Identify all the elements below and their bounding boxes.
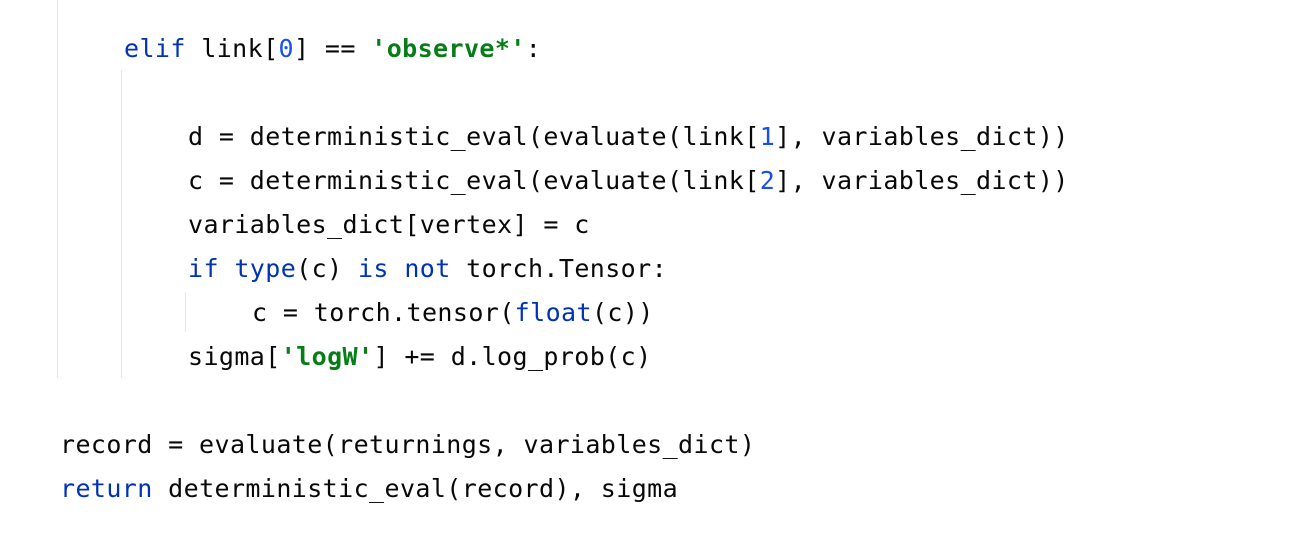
code-line[interactable]: elif link[0] == 'observe*': <box>124 27 541 71</box>
code-keyword: not <box>404 254 451 283</box>
code-builtin: type <box>234 254 297 283</box>
code-text: (c) <box>296 254 358 283</box>
indent-guide-outer <box>57 0 58 378</box>
code-number: 0 <box>278 34 294 63</box>
code-line[interactable]: if type(c) is not torch.Tensor: <box>188 247 667 291</box>
code-text: c = torch.tensor( <box>252 298 515 327</box>
code-number: 2 <box>759 166 776 195</box>
code-text: sigma[ <box>188 342 281 371</box>
code-text: ] == <box>293 34 372 63</box>
code-line[interactable]: record = evaluate(returnings, variables_… <box>60 423 755 467</box>
code-text: c = deterministic_eval(evaluate(link[ <box>188 166 760 195</box>
code-text: d = deterministic_eval(evaluate(link[ <box>188 122 760 151</box>
code-text: ], variables_dict)) <box>775 166 1069 195</box>
code-text: ], variables_dict)) <box>775 122 1069 151</box>
indent-guide-if-body <box>185 292 186 332</box>
code-text: link[ <box>185 34 279 63</box>
code-number: 1 <box>759 122 776 151</box>
code-line[interactable]: return deterministic_eval(record), sigma <box>60 467 678 511</box>
code-string: 'observe*' <box>371 34 526 63</box>
code-text: variables_dict[vertex] = c <box>188 210 590 239</box>
code-line[interactable]: c = torch.tensor(float(c)) <box>252 291 654 335</box>
code-keyword: is <box>357 254 389 283</box>
code-line[interactable]: sigma['logW'] += d.log_prob(c) <box>188 335 652 379</box>
code-line[interactable]: d = deterministic_eval(evaluate(link[1],… <box>188 115 1069 159</box>
code-text: ] += d.log_prob(c) <box>373 342 652 371</box>
code-keyword: return <box>60 474 153 503</box>
code-line[interactable]: variables_dict[vertex] = c <box>188 203 590 247</box>
code-text: : <box>525 34 542 63</box>
code-builtin: float <box>514 298 592 327</box>
code-keyword: if <box>188 254 219 283</box>
code-keyword: elif <box>124 34 186 63</box>
code-text: deterministic_eval(record), sigma <box>152 474 679 503</box>
code-text: (c)) <box>591 298 654 327</box>
code-text: torch.Tensor: <box>450 254 668 283</box>
code-editor[interactable]: elif link[0] == 'observe*': d = determin… <box>0 0 1296 552</box>
code-line[interactable]: c = deterministic_eval(evaluate(link[2],… <box>188 159 1069 203</box>
indent-guide-elif-body <box>121 70 122 378</box>
code-text: record = evaluate(returnings, variables_… <box>60 430 756 459</box>
code-string: 'logW' <box>280 342 374 371</box>
